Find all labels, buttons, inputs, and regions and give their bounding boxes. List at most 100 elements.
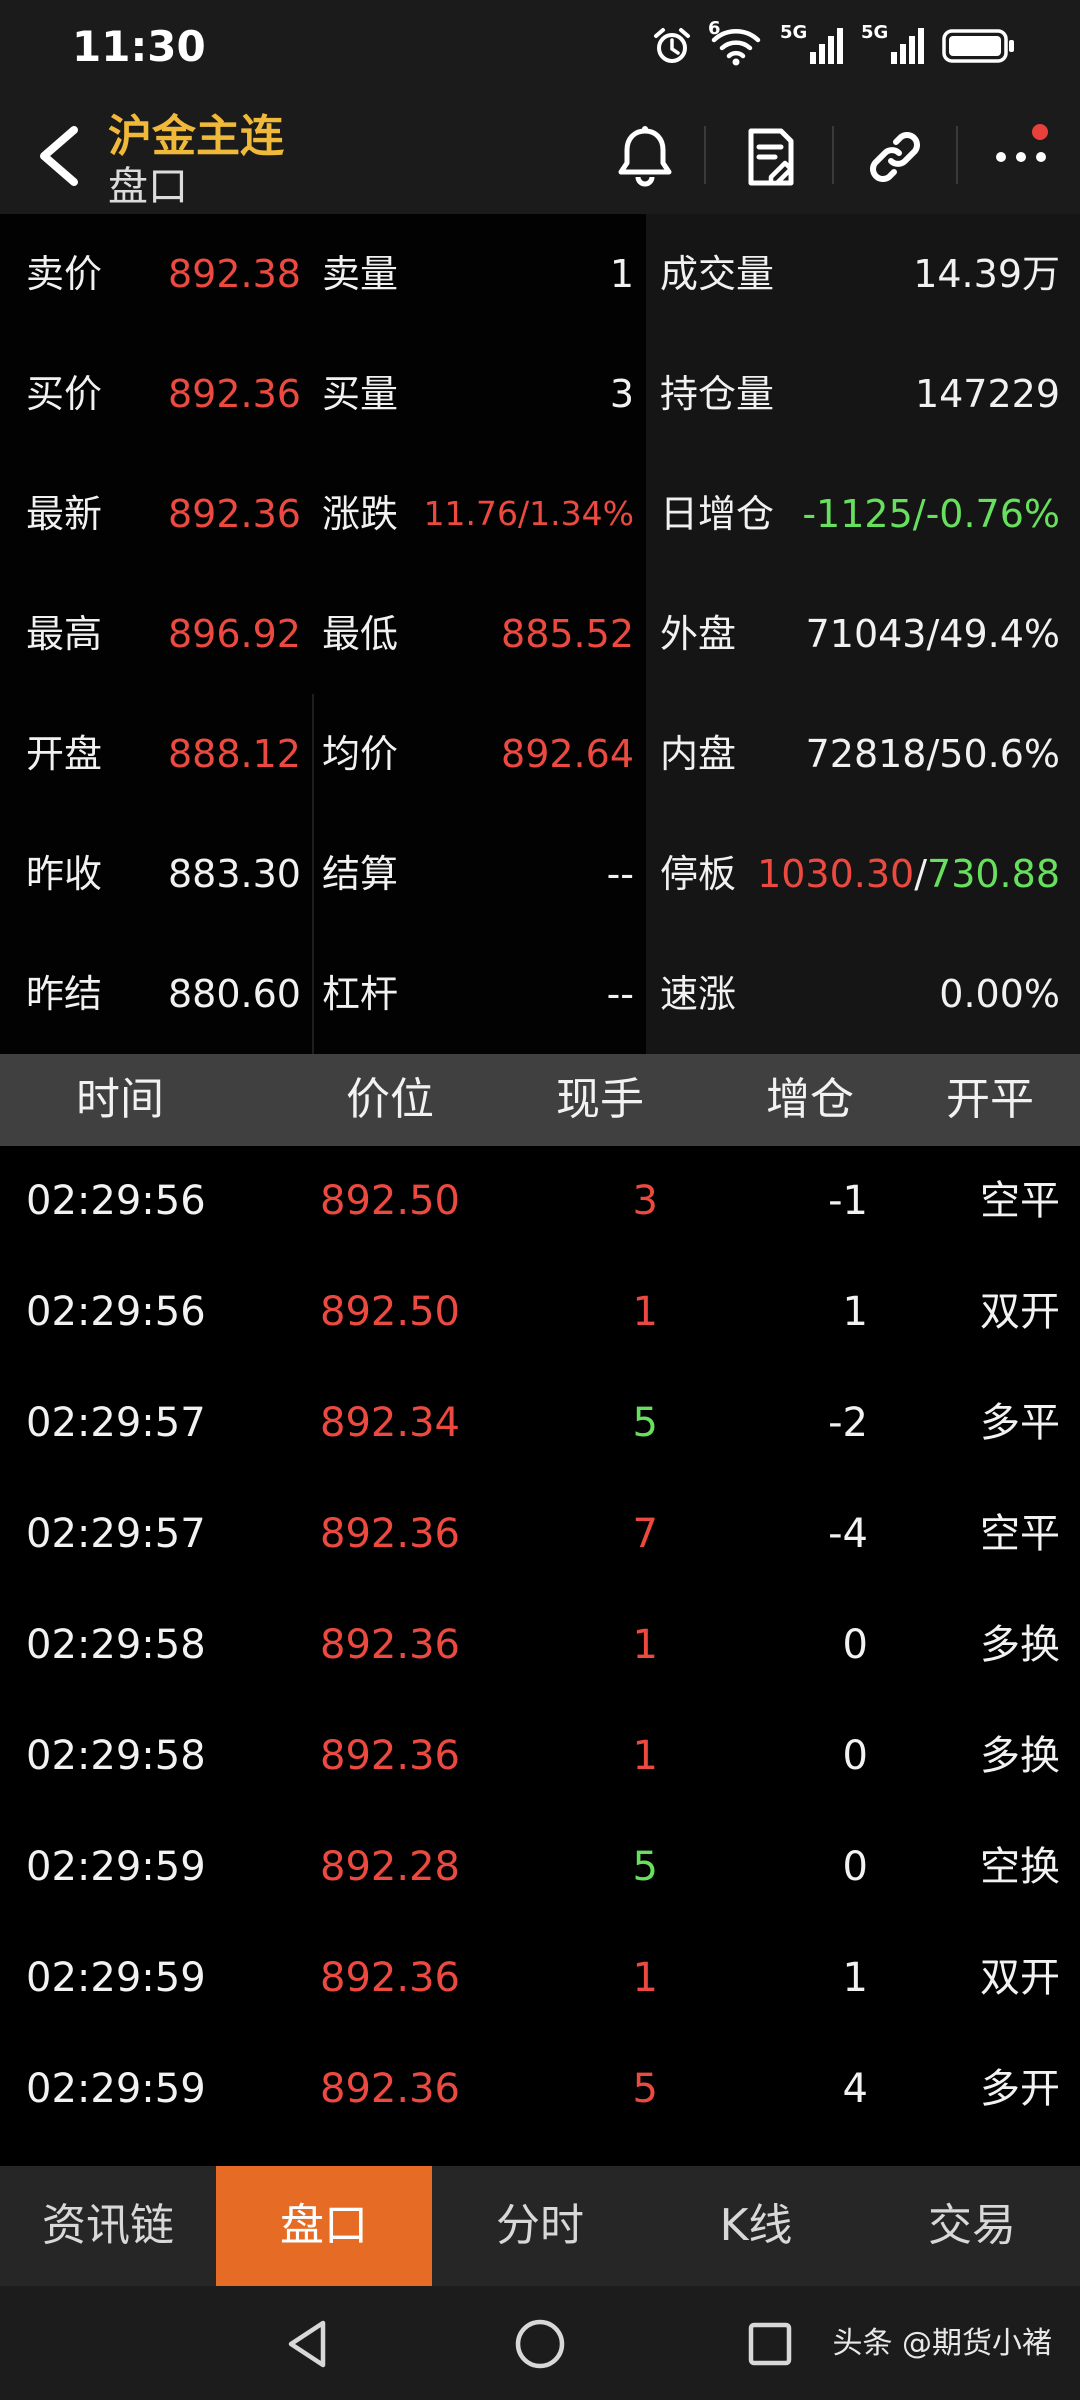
settle-value: -- [606,852,634,896]
leverage-label: 杠杆 [322,972,399,1016]
tick-type: 多开 [980,2066,1060,2112]
settle-label: 结算 [322,852,399,896]
quote-row: 最高 896.92 最低 885.52 外盘 71043/49.4% [0,574,1080,694]
tick-time: 02:29:58 [26,1622,206,1668]
col-type-header: 开平 [946,1074,1034,1125]
limit-separator: / [914,852,928,896]
change-label: 涨跌 [322,492,399,536]
cell-signal-icon-1: 5G [780,22,843,64]
prev-settle-value: 880.60 [168,972,301,1016]
tick-qty: 1 [632,1733,658,1779]
table-row[interactable]: 02:29:59 892.36 5 4 多开 [0,2034,1080,2145]
tick-price: 892.36 [320,1622,460,1668]
header-divider [956,126,958,184]
open-label: 开盘 [26,732,103,776]
nav-home-button[interactable] [510,2314,570,2374]
quote-row: 卖价 892.38 卖量 1 成交量 14.39万 [0,214,1080,334]
tick-oi-change: 4 [842,2066,868,2112]
nav-recents-button[interactable] [740,2314,800,2374]
bell-icon [618,126,672,187]
document-edit-icon [748,128,794,186]
low-value: 885.52 [501,612,634,656]
tick-qty: 5 [632,2066,658,2112]
oi-change-value: -1125/-0.76% [802,492,1060,536]
sell-vol-label: 卖量 [322,252,399,296]
tick-qty: 5 [632,1400,658,1446]
quote-panel: 卖价 892.38 卖量 1 成交量 14.39万 买价 892.36 买量 3… [0,214,1080,1054]
prev-settle-label: 昨结 [26,972,103,1016]
table-row[interactable]: 02:29:57 892.34 5 -2 多平 [0,1368,1080,1479]
tick-oi-change: -1 [828,1178,868,1224]
tick-oi-change: 0 [842,1622,868,1668]
limit-label: 停板 [660,852,737,896]
table-row[interactable]: 02:29:59 892.28 5 0 空换 [0,1812,1080,1923]
tick-price: 892.34 [320,1400,460,1446]
back-button[interactable] [24,116,94,196]
system-nav-bar: 头条 @期货小褚 [0,2286,1080,2400]
net-type-1: 5G [780,22,808,43]
circle-home-icon [515,2319,565,2369]
table-row[interactable]: 02:29:58 892.36 1 0 多换 [0,1590,1080,1701]
tab-kline[interactable]: K线 [648,2166,864,2286]
link-button[interactable] [860,122,930,192]
outer-label: 外盘 [660,612,737,656]
tick-price: 892.36 [320,1511,460,1557]
buy-vol-label: 买量 [322,372,399,416]
tick-time: 02:29:56 [26,1289,206,1335]
last-price-label: 最新 [26,492,103,536]
col-qty-header: 现手 [556,1074,644,1125]
status-time: 11:30 [72,22,206,71]
tick-qty: 1 [632,1622,658,1668]
inner-label: 内盘 [660,732,737,776]
table-row[interactable]: 02:29:56 892.50 3 -1 空平 [0,1146,1080,1257]
low-label: 最低 [322,612,399,656]
tick-price: 892.36 [320,1733,460,1779]
tick-type: 空平 [980,1178,1060,1224]
sell-vol-value: 1 [609,252,634,296]
tick-type: 双开 [980,1289,1060,1335]
tick-qty: 3 [632,1178,658,1224]
status-icons: 6 5G 5G [652,18,1016,66]
tick-oi-change: 0 [842,1733,868,1779]
app-header: 沪金主连 盘口 [0,96,1080,214]
quote-row: 买价 892.36 买量 3 持仓量 147229 [0,334,1080,454]
tick-time: 02:29:59 [26,1844,206,1890]
tick-time: 02:29:56 [26,1178,206,1224]
tick-oi-change: 0 [842,1844,868,1890]
link-icon [870,132,920,182]
tick-type: 多换 [980,1733,1060,1779]
tab-timeshare[interactable]: 分时 [432,2166,648,2286]
tab-news[interactable]: 资讯链 [0,2166,216,2286]
tick-oi-change: -2 [828,1400,868,1446]
ticks-table-body[interactable]: 02:29:56 892.50 3 -1 空平 02:29:56 892.50 1 1 双开 02:… [0,1146,1080,2166]
tick-qty: 7 [632,1511,658,1557]
sell-price-label: 卖价 [26,252,103,296]
status-bar: 11:30 6 5G 5G [0,0,1080,96]
open-interest-value: 147229 [914,372,1060,416]
chevron-left-icon [40,126,78,186]
tick-type: 空换 [980,1844,1060,1890]
notes-button[interactable] [736,122,806,192]
tab-orderbook[interactable]: 盘口 [216,2166,432,2286]
tick-oi-change: 1 [842,1955,868,2001]
tab-trade[interactable]: 交易 [864,2166,1080,2286]
table-row[interactable]: 02:29:58 892.36 1 0 多换 [0,1701,1080,1812]
triangle-back-icon [288,2320,326,2368]
table-row[interactable]: 02:29:56 892.50 1 1 双开 [0,1257,1080,1368]
nav-back-button[interactable] [278,2314,338,2374]
wifi-icon: 6 [708,18,762,66]
alert-button[interactable] [610,122,680,192]
inner-value: 72818/50.6% [805,732,1060,776]
battery-icon [942,26,1016,66]
avg-value: 892.64 [501,732,634,776]
tick-time: 02:29:59 [26,1955,206,2001]
page-subtitle: 盘口 [108,164,188,210]
table-row[interactable]: 02:29:57 892.36 7 -4 空平 [0,1479,1080,1590]
limit-values: 1030.30/730.88 [757,814,1060,934]
tick-qty: 5 [632,1844,658,1890]
open-interest-label: 持仓量 [660,372,775,416]
leverage-value: -- [606,972,634,1016]
table-row[interactable]: 02:29:59 892.36 1 1 双开 [0,1923,1080,2034]
high-value: 896.92 [168,612,301,656]
quote-row: 开盘 888.12 均价 892.64 内盘 72818/50.6% [0,694,1080,814]
